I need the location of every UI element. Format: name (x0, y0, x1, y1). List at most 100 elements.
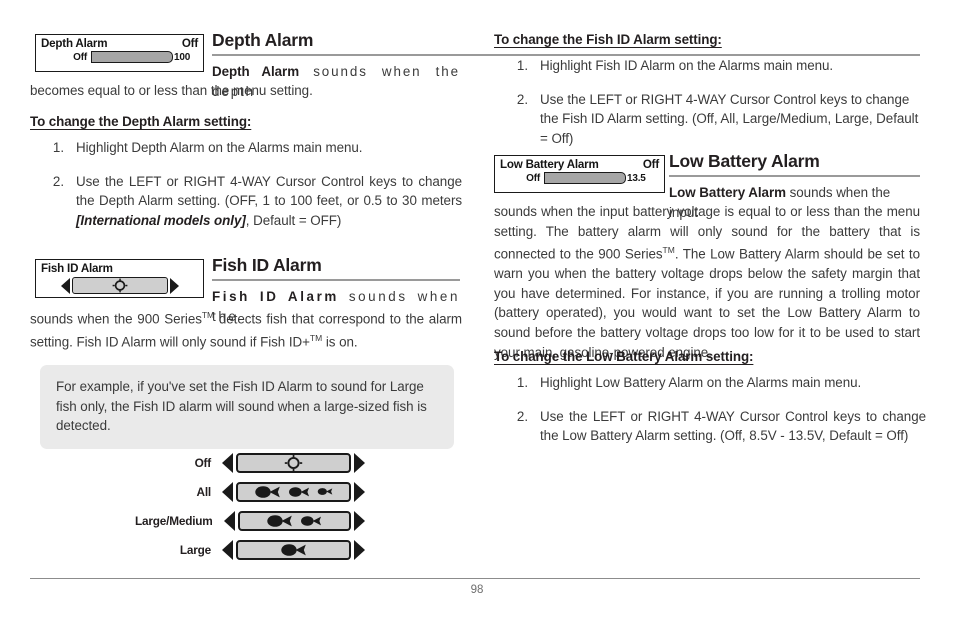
fish-option-row-large: Large (135, 535, 365, 564)
depth-alarm-lcd-header: Depth Alarm Off (36, 36, 203, 50)
fish-id-lcd-title: Fish ID Alarm (41, 262, 113, 275)
low-battery-heading: Low Battery Alarm (669, 151, 920, 177)
step-number: 1. (52, 140, 64, 155)
low-battery-intro-b: . The Low Battery Alarm should be set to… (494, 246, 921, 360)
fish-small-icon (317, 488, 333, 495)
fish-option-field[interactable] (236, 452, 351, 473)
left-arrow-icon[interactable] (223, 510, 235, 531)
page-number: 98 (470, 584, 484, 596)
trademark-symbol: TM (201, 310, 215, 320)
fish-option-label: Large (179, 542, 211, 557)
low-battery-slider-bar[interactable] (544, 172, 626, 184)
fish-large-icon (267, 514, 293, 527)
depth-alarm-lcd-value: Off (181, 37, 198, 50)
fish-id-intro-bold: Fish ID Alarm (212, 289, 339, 304)
fish-id-value-field[interactable] (71, 277, 168, 294)
footer-divider (30, 578, 920, 579)
fish-option-widget (223, 510, 365, 531)
fish-id-intro-body: sounds when the 900 SeriesTM detects fis… (30, 306, 462, 352)
right-arrow-icon[interactable] (169, 277, 179, 294)
fish-id-lcd-selector (36, 275, 203, 294)
depth-alarm-intro-bold: Depth Alarm (212, 64, 300, 79)
step-text: Highlight Fish ID Alarm on the Alarms ma… (540, 58, 834, 73)
right-arrow-icon[interactable] (354, 481, 365, 502)
low-battery-lcd-title: Low Battery Alarm (500, 158, 599, 171)
fish-option-label: All (196, 484, 212, 499)
step-text: Highlight Low Battery Alarm on the Alarm… (540, 375, 862, 390)
fish-id-procedure-steps: 1. Highlight Fish ID Alarm on the Alarms… (502, 56, 926, 148)
low-battery-subhead: To change the Low Battery Alarm setting: (494, 349, 754, 364)
step-text: Highlight Depth Alarm on the Alarms main… (76, 140, 363, 155)
step-text: Use the LEFT or RIGHT 4-WAY Cursor Contr… (76, 172, 462, 231)
depth-alarm-step-1: 1. Highlight Depth Alarm on the Alarms m… (38, 138, 462, 158)
depth-alarm-intro-line2: becomes equal to or less than the menu s… (30, 81, 462, 101)
low-battery-lcd-header: Low Battery Alarm Off (495, 157, 664, 171)
step-number: 1. (516, 58, 528, 73)
depth-alarm-lcd-title: Depth Alarm (41, 37, 108, 50)
circle-off-icon (284, 454, 303, 471)
fish-id-procedure-subhead: To change the Fish ID Alarm setting: (494, 32, 722, 47)
fish-large-icon (255, 485, 280, 498)
step-text: Use the LEFT or RIGHT 4-WAY Cursor Contr… (540, 91, 919, 146)
fish-id-alarm-heading: Fish ID Alarm (212, 255, 460, 281)
fish-large-icon (281, 543, 306, 556)
example-callout: For example, if you've set the Fish ID A… (40, 365, 454, 449)
fish-off-circle-icon (112, 278, 127, 293)
depth-alarm-lcd-widget: Depth Alarm Off Off 100 (35, 34, 204, 72)
step-number: 2. (516, 91, 528, 107)
low-battery-intro-body-block: sounds when the input battery voltage is… (494, 202, 920, 362)
depth-alarm-intro-rest: becomes equal to or less than the menu s… (30, 83, 313, 98)
low-battery-alarm-lcd-widget: Low Battery Alarm Off Off 13.5 (494, 155, 665, 193)
fish-id-alarm-lcd-widget: Fish ID Alarm (35, 259, 204, 298)
depth-alarm-slider-bar[interactable] (91, 51, 173, 63)
fish-option-field[interactable] (236, 481, 351, 502)
step-number: 2. (516, 408, 528, 424)
right-arrow-icon[interactable] (354, 539, 365, 560)
left-arrow-icon[interactable] (60, 277, 70, 294)
left-arrow-icon[interactable] (222, 452, 233, 473)
fish-option-field[interactable] (236, 539, 351, 560)
step-number: 1. (516, 375, 528, 390)
trademark-symbol: TM (309, 333, 323, 344)
fish-id-alarm-heading-block: Fish ID Alarm (212, 255, 460, 281)
depth-alarm-step-2: 2. Use the LEFT or RIGHT 4-WAY Cursor Co… (38, 172, 462, 231)
low-battery-step-1: 1. Highlight Low Battery Alarm on the Al… (502, 373, 926, 393)
fish-id-intro-c: is on. (322, 334, 358, 350)
fish-id-procedure-subhead-block: To change the Fish ID Alarm setting: (494, 32, 722, 47)
left-arrow-icon[interactable] (222, 539, 233, 560)
fish-id-intro-rest: sounds when the 900 SeriesTM detects fis… (30, 306, 462, 352)
depth-alarm-steps: 1. Highlight Depth Alarm on the Alarms m… (38, 138, 462, 230)
depth-alarm-subhead-block: To change the Depth Alarm setting: (30, 114, 251, 129)
example-callout-text: For example, if you've set the Fish ID A… (56, 379, 427, 434)
fish-option-label: Large/Medium (135, 513, 213, 528)
depth-alarm-subhead: To change the Depth Alarm setting: (30, 114, 252, 129)
depth-alarm-lcd-slider-row: Off 100 (36, 50, 203, 65)
step-number: 2. (52, 173, 64, 189)
fish-option-widget (222, 452, 365, 473)
trademark-symbol: TM (662, 245, 675, 256)
fish-option-row-large-medium: Large/Medium (135, 506, 365, 535)
low-battery-lcd-value: Off (642, 158, 659, 171)
low-battery-min-label: Off (526, 172, 540, 184)
low-battery-subhead-block: To change the Low Battery Alarm setting: (494, 349, 753, 364)
step-text-italic: [International models only] (76, 212, 246, 228)
manual-page: Depth Alarm Off Off 100 Depth Alarm Dept… (0, 0, 954, 618)
step-text-part-b: , Default = OFF) (245, 212, 342, 228)
low-battery-max-label: 13.5 (627, 172, 646, 184)
left-arrow-icon[interactable] (222, 481, 233, 502)
low-battery-heading-block: Low Battery Alarm (669, 151, 920, 177)
step-text: Use the LEFT or RIGHT 4-WAY Cursor Contr… (540, 408, 926, 444)
fish-option-label: Off (194, 455, 212, 470)
fish-id-step-2: 2. Use the LEFT or RIGHT 4-WAY Cursor Co… (502, 90, 926, 149)
depth-alarm-max-label: 100 (174, 51, 191, 63)
low-battery-lcd-slider-row: Off 13.5 (495, 171, 664, 186)
fish-option-row-off: Off (135, 448, 365, 477)
depth-alarm-min-label: Off (73, 51, 87, 63)
fish-option-row-all: All (135, 477, 365, 506)
right-arrow-icon[interactable] (354, 452, 365, 473)
low-battery-intro-bold: Low Battery Alarm (669, 185, 786, 200)
fish-option-field[interactable] (237, 510, 351, 531)
low-battery-step-2: 2. Use the LEFT or RIGHT 4-WAY Cursor Co… (502, 407, 926, 446)
right-arrow-icon[interactable] (354, 510, 365, 531)
low-battery-intro-body: sounds when the input battery voltage is… (494, 202, 920, 362)
